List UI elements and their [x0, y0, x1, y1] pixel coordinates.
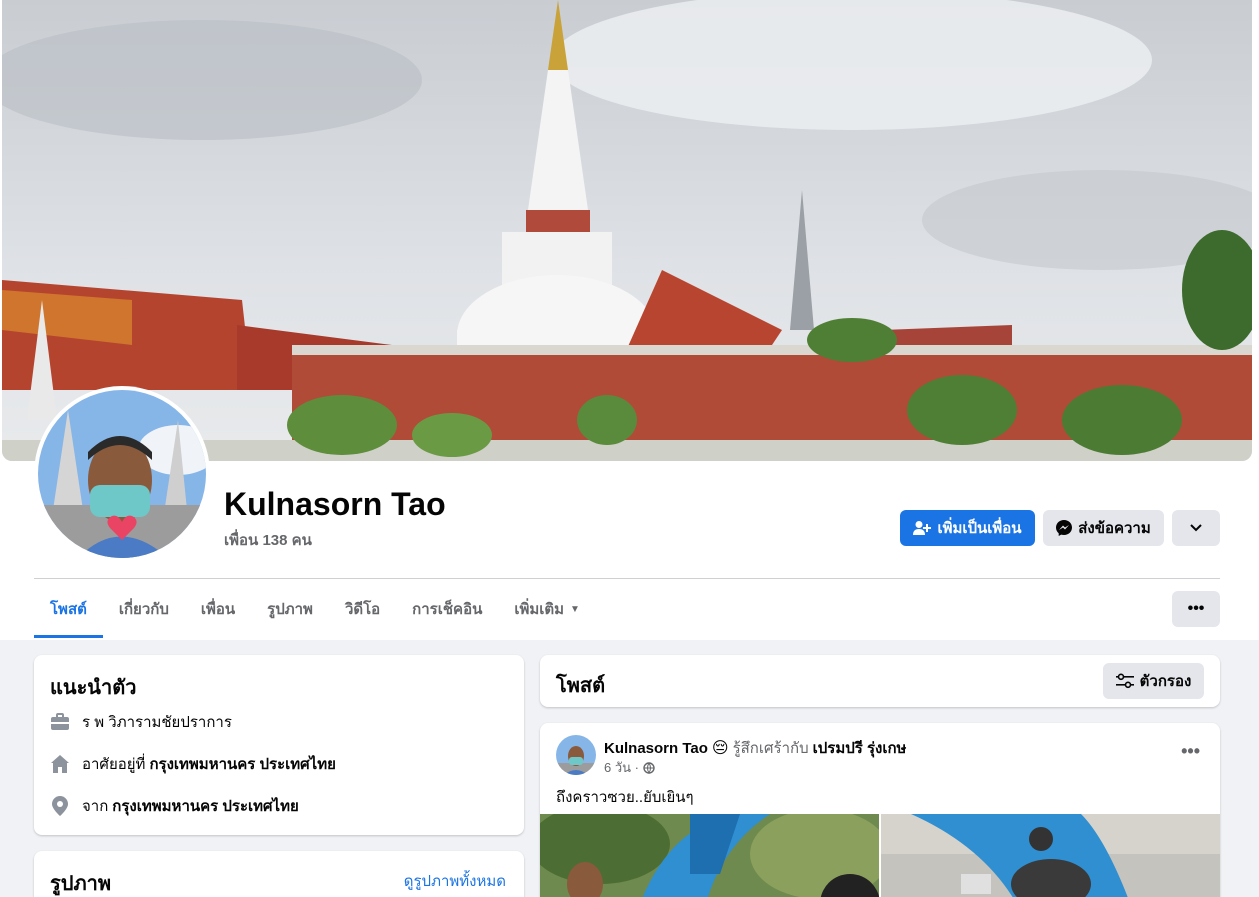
tab-label: รูปภาพ: [267, 601, 313, 618]
message-label: ส่งข้อความ: [1078, 520, 1151, 537]
post-photo[interactable]: [540, 814, 879, 897]
tab-checkins[interactable]: การเช็คอิน: [396, 580, 498, 638]
post-meta: 6 วัน ·: [604, 757, 655, 778]
intro-work-text: ร พ วิภารามชัยปราการ: [82, 714, 232, 731]
post-card: Kulnasorn Tao 😔 รู้สึกเศร้ากับ เปรมปรี ร…: [540, 723, 1220, 897]
profile-options-button[interactable]: [1172, 510, 1220, 546]
post-options-icon[interactable]: •••: [1181, 741, 1200, 762]
friend-count[interactable]: เพื่อน 138 คน: [224, 528, 312, 552]
post-feeling: รู้สึกเศร้ากับ: [732, 740, 809, 757]
post-tagged-name[interactable]: เปรมปรี รุ่งเกษ: [813, 736, 907, 760]
tab-label: เพื่อน: [200, 601, 236, 618]
tab-label: การเช็คอิน: [412, 601, 483, 618]
caret-down-icon: ▼: [570, 603, 580, 615]
tab-friends[interactable]: เพื่อน: [185, 580, 251, 638]
tab-posts[interactable]: โพสต์: [34, 580, 103, 638]
add-friend-button[interactable]: เพิ่มเป็นเพื่อน: [900, 510, 1035, 546]
intro-from: จาก กรุงเทพมหานคร ประเทศไทย: [50, 794, 299, 818]
intro-lives: อาศัยอยู่ที่ กรุงเทพมหานคร ประเทศไทย: [50, 752, 336, 776]
filter-label: ตัวกรอง: [1139, 673, 1192, 690]
photos-title: รูปภาพ: [50, 873, 112, 895]
post-photo[interactable]: [881, 814, 1220, 897]
tab-photos[interactable]: รูปภาพ: [251, 580, 329, 638]
chevron-down-icon: [1190, 524, 1202, 532]
tab-overflow-button[interactable]: •••: [1172, 591, 1220, 627]
posts-title: โพสต์: [556, 675, 606, 697]
post-author-avatar[interactable]: [556, 735, 596, 775]
tab-videos[interactable]: วิดีโอ: [329, 580, 396, 638]
profile-avatar[interactable]: [34, 386, 210, 562]
briefcase-icon: [50, 712, 70, 732]
tab-label: วิดีโอ: [344, 601, 381, 618]
intro-lives-place[interactable]: กรุงเทพมหานคร ประเทศไทย: [149, 752, 335, 776]
location-pin-icon: [50, 796, 70, 816]
post-author-name[interactable]: Kulnasorn Tao: [604, 740, 708, 757]
filter-button[interactable]: ตัวกรอง: [1103, 663, 1204, 699]
globe-icon: [643, 761, 655, 774]
intro-from-place[interactable]: กรุงเทพมหานคร ประเทศไทย: [112, 794, 298, 818]
profile-tabs: โพสต์ เกี่ยวกับ เพื่อน รูปภาพ วิดีโอ การ…: [34, 580, 596, 638]
filter-icon: [1115, 673, 1134, 689]
intro-from-prefix: จาก: [82, 798, 109, 815]
sad-face-icon: 😔: [711, 740, 729, 757]
header-divider: [34, 578, 1220, 579]
post-timestamp[interactable]: 6 วัน ·: [604, 757, 639, 778]
more-dots-icon: •••: [1187, 600, 1205, 617]
tab-label: เกี่ยวกับ: [118, 601, 169, 618]
post-text: ถึงคราวซวย..ยับเยินๆ: [556, 789, 694, 806]
home-icon: [50, 754, 70, 774]
photos-card: รูปภาพ ดูรูปภาพทั้งหมด: [34, 851, 524, 897]
posts-header-card: โพสต์ ตัวกรอง: [540, 655, 1220, 707]
profile-name: Kulnasorn Tao: [224, 486, 446, 522]
see-all-photos-link[interactable]: ดูรูปภาพทั้งหมด: [404, 869, 506, 893]
tab-label: เพิ่มเติม: [514, 601, 565, 618]
messenger-icon: [1056, 520, 1073, 536]
intro-card: แนะนำตัว ร พ วิภารามชัยปราการ อาศัยอยู่ท…: [34, 655, 524, 835]
tab-label: โพสต์: [50, 601, 87, 618]
message-button[interactable]: ส่งข้อความ: [1043, 510, 1164, 546]
profile-header: Kulnasorn Tao เพื่อน 138 คน เพิ่มเป็นเพื…: [0, 0, 1259, 640]
add-friend-label: เพิ่มเป็นเพื่อน: [937, 520, 1022, 537]
intro-work: ร พ วิภารามชัยปราการ: [50, 710, 232, 734]
tab-about[interactable]: เกี่ยวกับ: [103, 580, 185, 638]
add-friend-icon: [913, 521, 932, 535]
cover-photo[interactable]: [2, 0, 1252, 461]
tab-more[interactable]: เพิ่มเติม ▼: [498, 580, 596, 638]
intro-title: แนะนำตัว: [50, 677, 137, 699]
intro-lives-prefix: อาศัยอยู่ที่: [82, 756, 146, 773]
